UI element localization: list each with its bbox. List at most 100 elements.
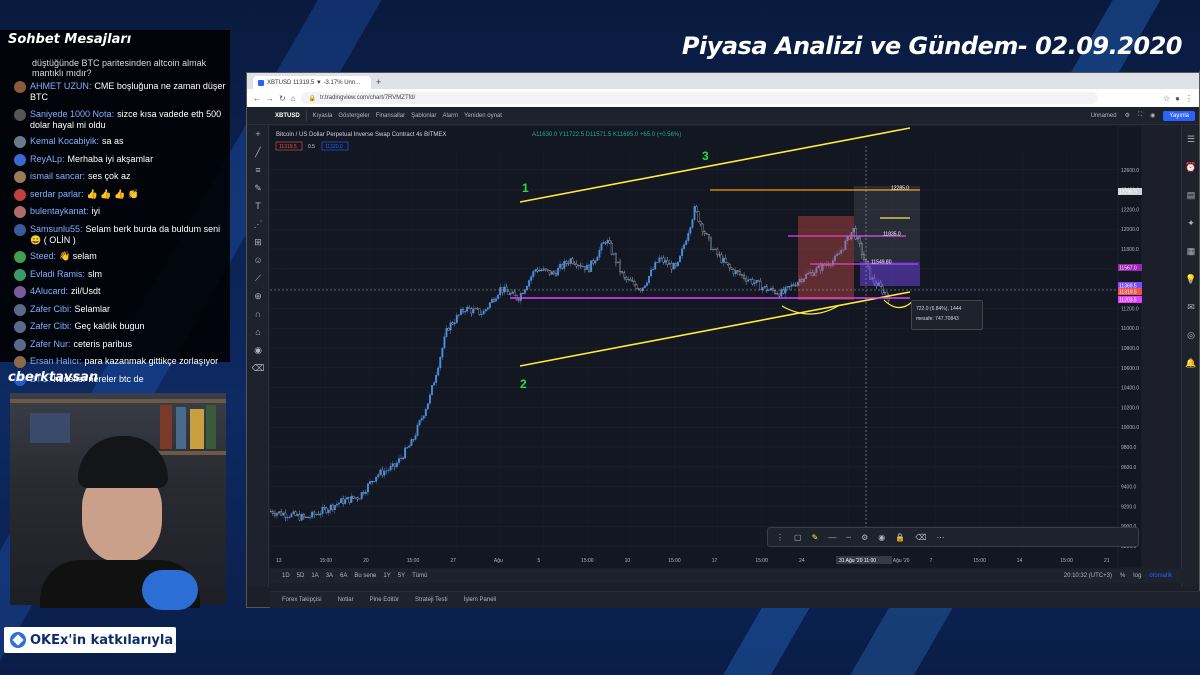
publish-button[interactable]: Yayınla — [1163, 110, 1195, 121]
panel-tab[interactable]: Pine Editör — [370, 597, 399, 603]
profile-icon[interactable]: ● — [1175, 94, 1180, 103]
url-field[interactable]: 🔒 tr.tradingview.com/chart/7RVMZTfd/ — [300, 92, 1098, 104]
panel-tab[interactable]: Forex Takipçisi — [282, 597, 322, 603]
candle — [321, 507, 324, 514]
chat-username: serdar parlar: — [30, 188, 84, 199]
toolbar-item[interactable]: Alarm — [442, 113, 458, 119]
line-color-icon[interactable]: ✎ — [812, 533, 819, 542]
visibility-icon[interactable]: ◉ — [878, 533, 885, 542]
panel-tab[interactable]: Notlar — [338, 597, 354, 603]
measure-line1: 722.0 (6.84%), 1444 — [916, 306, 962, 312]
x-tick-label: 27 — [450, 558, 456, 564]
percent-toggle[interactable]: % — [1120, 573, 1125, 579]
brush-icon[interactable]: ✎ — [247, 179, 269, 197]
auto-toggle[interactable]: otomatik — [1149, 573, 1172, 579]
toolbar-item[interactable]: Göstergeler — [338, 113, 369, 119]
magnet-icon[interactable]: ∩ — [247, 305, 269, 323]
panel-tab[interactable]: İşlem Paneli — [464, 597, 497, 603]
alerts-icon[interactable]: ⏰ — [1182, 153, 1200, 181]
shape-icon[interactable]: ☺ — [247, 251, 269, 269]
forward-icon[interactable]: → — [266, 94, 274, 103]
ohlc-readout: A11630.0 Y11722.5 D11571.5 K11695.0 +65.… — [532, 132, 681, 138]
lock-icon[interactable]: 🔒 — [895, 533, 905, 542]
new-tab-icon[interactable]: + — [376, 76, 381, 89]
candle — [414, 435, 417, 440]
chat-username: Saniyede 1000 Nota: — [30, 108, 115, 119]
log-toggle[interactable]: log — [1133, 573, 1141, 579]
drag-handle-icon[interactable]: ⋮ — [776, 533, 784, 542]
ruler-icon[interactable]: ⟋ — [247, 269, 269, 287]
sponsor-text: OKEx'in katkılarıyla — [30, 632, 174, 648]
sponsor-badge: OKEx'in katkılarıyla — [4, 627, 176, 653]
trendline-icon[interactable]: ╱ — [247, 143, 269, 161]
notifications-icon[interactable]: 🔔 — [1182, 349, 1200, 377]
text-tool-icon[interactable]: T — [247, 197, 269, 215]
streams-icon[interactable]: ◎ — [1182, 321, 1200, 349]
range-button[interactable]: 5Y — [398, 573, 405, 579]
range-button[interactable]: Tümü — [412, 573, 427, 579]
range-button[interactable]: 6A — [340, 573, 347, 579]
line-width-icon[interactable]: — — [828, 533, 836, 542]
panel-tab[interactable]: Strateji Testi — [415, 597, 448, 603]
toolbar-item[interactable]: Finansallar — [376, 113, 405, 119]
calendar-icon[interactable]: ▦ — [1182, 237, 1200, 265]
menu-icon[interactable]: ⋮ — [1185, 94, 1193, 103]
settings-icon[interactable]: ⚙ — [1125, 112, 1130, 119]
candle — [718, 254, 721, 256]
chat-avatar — [14, 268, 26, 281]
chat-content: ismail sancar: ses çok az — [30, 171, 131, 182]
watchlist-icon[interactable]: ☰ — [1182, 125, 1200, 153]
crosshair-icon[interactable]: + — [247, 125, 269, 143]
star-icon[interactable]: ☆ — [1163, 94, 1170, 103]
candle — [552, 271, 555, 274]
ideas-icon[interactable]: 💡 — [1182, 265, 1200, 293]
hline-icon[interactable]: ≡ — [247, 161, 269, 179]
delete-icon[interactable]: ⌫ — [915, 533, 926, 542]
template-icon[interactable]: ▢ — [794, 533, 802, 542]
candle — [563, 261, 566, 269]
line-style-icon[interactable]: ┄ — [846, 533, 851, 542]
browser-tab[interactable]: XBTUSD 11319.5 ▼ -3.17% Unn... — [253, 76, 371, 89]
home-icon[interactable]: ⌂ — [291, 94, 296, 103]
candle — [674, 263, 677, 267]
back-icon[interactable]: ← — [253, 94, 261, 103]
range-button[interactable]: 1A — [311, 573, 318, 579]
candle — [579, 265, 582, 267]
pattern-icon[interactable]: ⋰ — [247, 215, 269, 233]
candle — [676, 261, 679, 267]
toolbar-item[interactable]: Kıyasla — [313, 113, 333, 119]
x-tick-label: 7 — [930, 558, 933, 564]
settings-gear-icon[interactable]: ⚙ — [861, 533, 868, 542]
chat-content: AHMET UZUN: CME boşluğuna ne zaman düşer … — [30, 81, 226, 103]
range-button[interactable]: Bu sene — [354, 573, 376, 579]
prediction-icon[interactable]: ⊞ — [247, 233, 269, 251]
hotlist-icon[interactable]: ✦ — [1182, 209, 1200, 237]
chat-icon[interactable]: ✉ — [1182, 293, 1200, 321]
candle — [468, 306, 471, 309]
fullscreen-icon[interactable]: ⛶ — [1138, 112, 1142, 119]
camera-icon[interactable]: ◉ — [1150, 112, 1155, 119]
data-window-icon[interactable]: ▤ — [1182, 181, 1200, 209]
candle — [532, 271, 535, 277]
toolbar-item[interactable]: Yeniden oynat — [464, 113, 502, 119]
candle — [526, 286, 529, 290]
layout-name[interactable]: Unnamed — [1091, 113, 1117, 119]
range-button[interactable]: 5D — [297, 573, 305, 579]
candle — [385, 470, 388, 472]
eye-icon[interactable]: ◉ — [247, 341, 269, 359]
reload-icon[interactable]: ↻ — [279, 94, 286, 103]
lock-drawings-icon[interactable]: ⌂ — [247, 323, 269, 341]
more-icon[interactable]: ⋯ — [937, 533, 945, 542]
trash-icon[interactable]: ⌫ — [247, 359, 269, 377]
zoom-icon[interactable]: ⊕ — [247, 287, 269, 305]
price-chart[interactable]: Bitcoin / US Dollar Perpetual Inverse Sw… — [270, 126, 1142, 568]
range-button[interactable]: 1D — [282, 573, 290, 579]
x-tick-label: 13 — [276, 558, 282, 564]
stream-title: Piyasa Analizi ve Gündem- 02.09.2020 — [681, 32, 1183, 60]
candle — [393, 463, 396, 467]
range-button[interactable]: 1Y — [383, 573, 390, 579]
candle — [346, 497, 349, 500]
symbol-search[interactable]: XBTUSD — [275, 113, 300, 119]
range-button[interactable]: 3A — [326, 573, 333, 579]
toolbar-item[interactable]: Şablonlar — [411, 113, 436, 119]
